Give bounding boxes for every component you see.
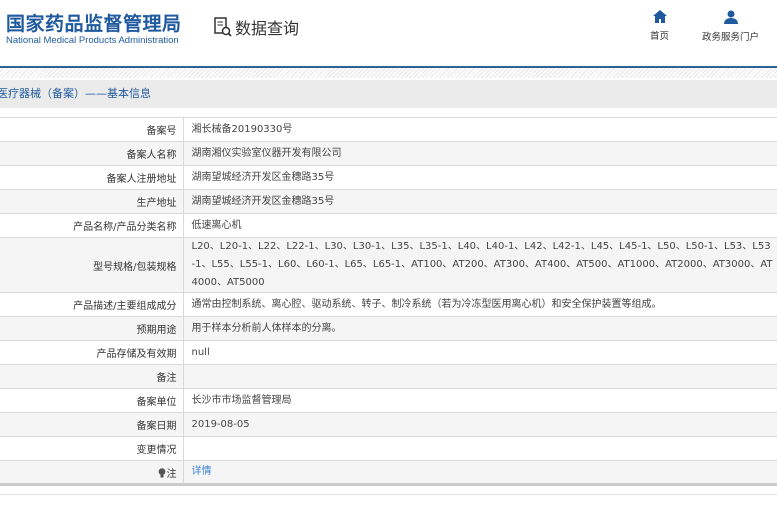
row-label: 注 [0,460,184,486]
row-value: 湖南望城经济开发区金穗路35号 [183,165,777,190]
row-label: 产品存储及有效期 [0,340,184,365]
table-row: 变更情况 [0,436,777,461]
table-row: 备案号 湘长械备20190330号 [0,117,777,142]
row-label-text: 注 [166,468,177,480]
row-value: null [183,340,777,365]
table-row: 备案单位 长沙市市场监督管理局 [0,388,777,413]
table-row: 产品描述/主要组成成分 通常由控制系统、离心腔、驱动系统、转子、制冷系统（若为冷冻… [0,292,777,317]
row-label: 变更情况 [0,436,184,461]
row-label: 备案人注册地址 [0,165,184,190]
row-label: 型号规格/包装规格 [0,237,184,293]
data-query-label: 数据查询 [235,19,300,38]
nav-service-portal[interactable]: 政务服务门户 [702,10,759,43]
document-search-icon [214,17,232,37]
user-icon [723,10,738,24]
table-row: 产品名称/产品分类名称 低速离心机 [0,213,777,238]
row-label: 预期用途 [0,316,184,341]
hatch-band [0,68,777,78]
row-value [183,364,777,389]
nav-service-label: 政务服务门户 [702,32,760,43]
row-label: 备案号 [0,117,184,142]
table-row: 备案人名称 湖南湘仪实验室仪器开发有限公司 [0,141,777,166]
row-label: 备案日期 [0,412,184,437]
site-header: 国家药品监督管理局 National Medical Products Admi… [0,0,777,66]
table-row: 备案日期 2019-08-05 [0,412,777,437]
table-row: 预期用途 用于样本分析前人体样本的分离。 [0,316,777,341]
table-row: 型号规格/包装规格 L20、L20-1、L22、L22-1、L30、L30-1、L… [0,237,777,293]
details-link[interactable]: 详情 [192,466,212,477]
row-value: 低速离心机 [183,213,777,238]
info-table: 备案号 湘长械备20190330号 备案人名称 湖南湘仪实验室仪器开发有限公司 备案人注… [0,117,777,486]
home-icon [652,10,667,23]
table-row: 备案人注册地址 湖南望城经济开发区金穗路35号 [0,165,777,190]
bottom-divider [0,494,777,495]
nav-home-label: 首页 [650,31,670,42]
row-value: 用于样本分析前人体样本的分离。 [183,316,777,341]
row-label: 生产地址 [0,189,184,214]
row-value [183,436,777,461]
row-value: L20、L20-1、L22、L22-1、L30、L30-1、L35、L35-1、… [183,237,777,293]
logo-subtitle: National Medical Products Administration [6,35,179,46]
logo-title[interactable]: 国家药品监督管理局 [6,9,182,36]
row-label: 备案人名称 [0,141,184,166]
row-label: 备案单位 [0,388,184,413]
breadcrumb: 医疗器械（备案）——基本信息 [0,80,777,108]
table-row: 注 详情 [0,460,777,486]
row-value: 通常由控制系统、离心腔、驱动系统、转子、制冷系统（若为冷冻型医用离心机）和安全保… [183,292,777,317]
row-label: 产品名称/产品分类名称 [0,213,184,238]
data-query-title: 数据查询 [214,15,299,39]
row-value: 2019-08-05 [183,412,777,437]
row-value: 详情 [183,460,777,486]
table-row: 备注 [0,364,777,389]
row-value: 湘长械备20190330号 [183,117,777,142]
nav-home[interactable]: 首页 [650,10,669,42]
row-value: 湖南湘仪实验室仪器开发有限公司 [183,141,777,166]
bulb-icon [158,467,165,477]
table-row: 生产地址 湖南望城经济开发区金穗路35号 [0,189,777,214]
row-value: 长沙市市场监督管理局 [183,388,777,413]
row-label: 产品描述/主要组成成分 [0,292,184,317]
table-row: 产品存储及有效期 null [0,340,777,365]
row-value: 湖南望城经济开发区金穗路35号 [183,189,777,214]
row-label: 备注 [0,364,184,389]
